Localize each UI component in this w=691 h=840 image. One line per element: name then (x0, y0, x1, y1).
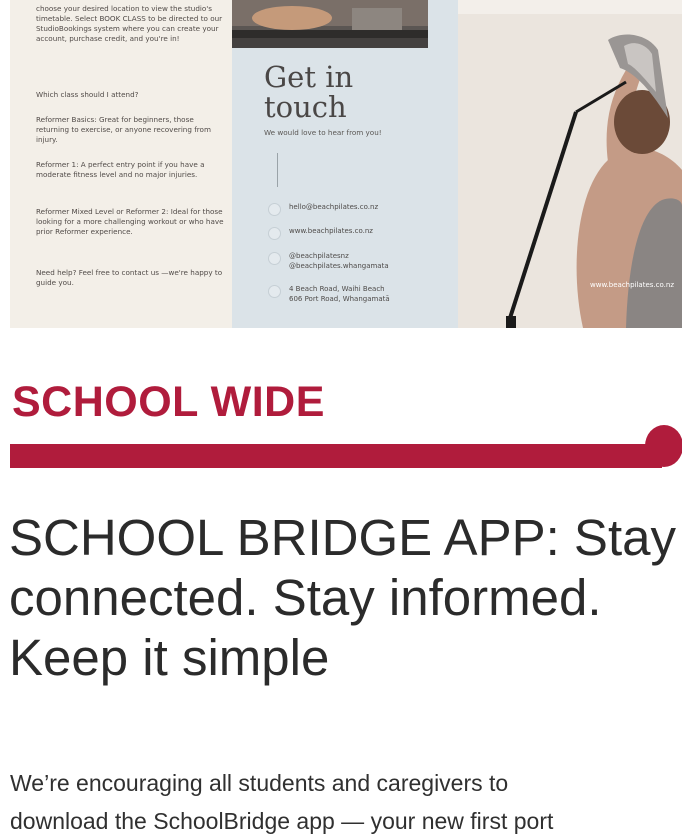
contact-website: www.beachpilates.co.nz (268, 226, 373, 240)
flyer-help: Need help? Feel free to contact us —we'r… (36, 268, 223, 287)
article-body: We’re encouraging all students and careg… (10, 764, 682, 840)
get-in-touch-subtitle: We would love to hear from you! (264, 128, 382, 137)
contact-instagram: @beachpilatesnz @beachpilates.whangamata (268, 251, 389, 271)
section-divider (10, 425, 682, 468)
instagram-icon (268, 252, 281, 265)
contact-website-text: www.beachpilates.co.nz (289, 227, 373, 235)
website-overlay-text: www.beachpilates.co.nz (590, 281, 674, 289)
pilates-flyer-image: choose your desired location to view the… (10, 0, 682, 328)
flyer-reformer-1: Reformer 1: A perfect entry point if you… (36, 160, 205, 179)
article-body-line: We’re encouraging all students and careg… (10, 770, 509, 796)
location-icon (268, 285, 281, 298)
globe-icon (268, 227, 281, 240)
divider-line (277, 153, 278, 187)
contact-email-text: hello@beachpilates.co.nz (289, 203, 379, 211)
article-headline: SCHOOL BRIDGE APP: Stay connected. Stay … (9, 509, 676, 686)
email-icon (268, 203, 281, 216)
flyer-question: Which class should I attend? (36, 90, 139, 99)
contact-location-text: 4 Beach Road, Waihi Beach 606 Port Road,… (289, 285, 390, 303)
section-title: SCHOOL WIDE (12, 378, 325, 426)
contact-instagram-text: @beachpilatesnz @beachpilates.whangamata (289, 252, 389, 270)
flyer-reformer-basics: Reformer Basics: Great for beginners, th… (36, 115, 211, 144)
contact-location: 4 Beach Road, Waihi Beach 606 Port Road,… (268, 284, 390, 304)
flyer-reformer-2: Reformer Mixed Level or Reformer 2: Idea… (36, 207, 224, 236)
flyer-info-panel: choose your desired location to view the… (10, 0, 232, 328)
get-in-touch-heading: Get in touch (264, 60, 354, 124)
gym-photo (232, 0, 428, 48)
flyer-contact-panel: Get in touch We would love to hear from … (232, 0, 458, 328)
woman-stretching-photo (458, 0, 682, 328)
flyer-photo-panel: www.beachpilates.co.nz (458, 0, 682, 328)
article-body-line: download the SchoolBridge app — your new… (10, 808, 554, 834)
flyer-booking-text: choose your desired location to view the… (36, 4, 223, 43)
contact-email: hello@beachpilates.co.nz (268, 202, 378, 216)
